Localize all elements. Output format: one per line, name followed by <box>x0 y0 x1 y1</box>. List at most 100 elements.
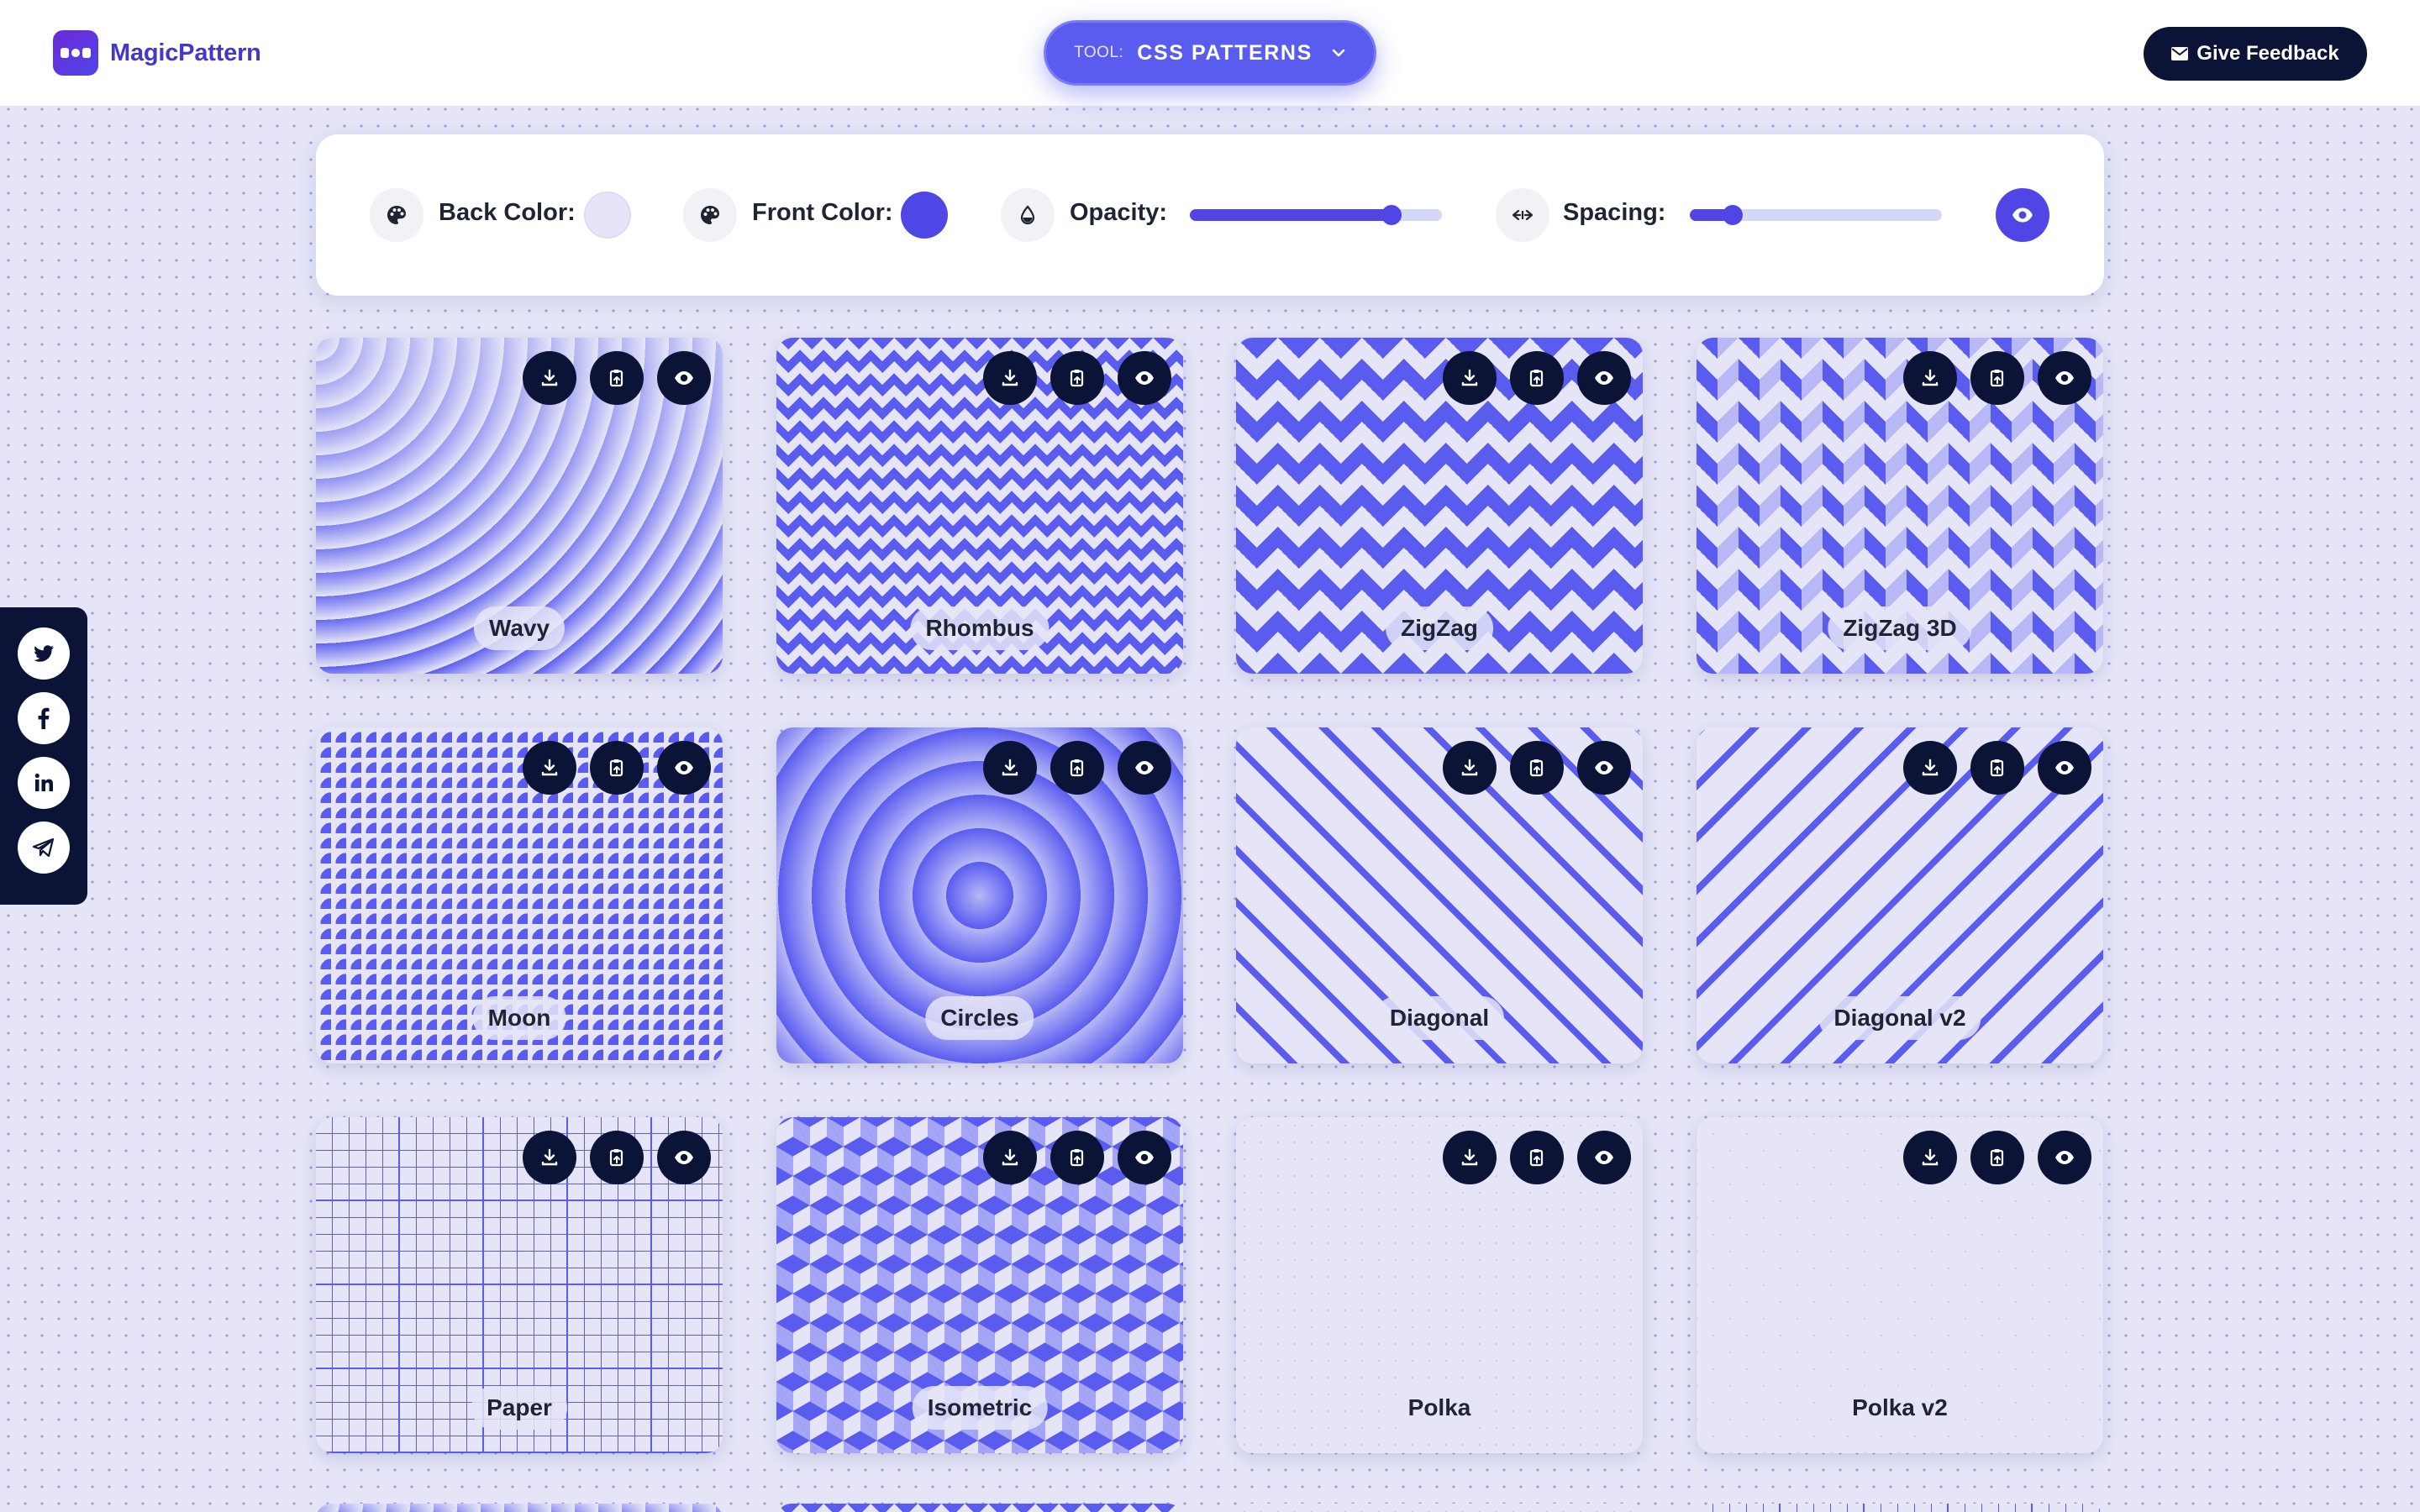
pattern-card[interactable]: Wavy <box>316 338 723 674</box>
preview-button[interactable] <box>2038 351 2091 405</box>
copy-css-icon <box>1529 1149 1544 1167</box>
pattern-card-peek <box>1236 1504 1643 1512</box>
card-actions <box>523 741 711 795</box>
download-button[interactable] <box>1443 741 1497 795</box>
preview-button[interactable] <box>2038 1131 2091 1184</box>
download-button[interactable] <box>1443 1131 1497 1184</box>
pattern-card[interactable]: Diagonal <box>1236 727 1643 1063</box>
preview-eye-icon <box>1135 371 1154 385</box>
pattern-card[interactable]: Moon <box>316 727 723 1063</box>
opacity-slider[interactable] <box>1190 205 1442 225</box>
opacity-slider-fill <box>1190 209 1392 221</box>
brand-logo[interactable]: MagicPattern <box>53 30 261 76</box>
card-actions <box>1443 351 1631 405</box>
download-button[interactable] <box>523 351 576 405</box>
download-button[interactable] <box>1903 741 1957 795</box>
pattern-card[interactable]: Circles <box>776 727 1183 1063</box>
preview-button[interactable] <box>1118 1131 1171 1184</box>
card-actions <box>983 1131 1171 1184</box>
card-actions <box>1903 351 2091 405</box>
pattern-card[interactable]: Rhombus <box>776 338 1183 674</box>
copy-css-button[interactable] <box>1970 741 2024 795</box>
telegram-icon <box>32 837 55 858</box>
copy-css-button[interactable] <box>1050 351 1104 405</box>
give-feedback-button[interactable]: Give Feedback <box>2144 27 2367 81</box>
telegram-share-button[interactable] <box>18 822 70 874</box>
copy-css-button[interactable] <box>1050 741 1104 795</box>
preview-button[interactable] <box>657 1131 711 1184</box>
download-button[interactable] <box>1903 1131 1957 1184</box>
pattern-card[interactable]: Polka v2 <box>1697 1117 2103 1453</box>
download-button[interactable] <box>1903 351 1957 405</box>
facebook-share-button[interactable] <box>18 692 70 744</box>
brand-name: MagicPattern <box>110 39 261 66</box>
download-icon <box>1002 759 1018 776</box>
twitter-icon <box>34 645 54 662</box>
tool-name-label: CSS PATTERNS <box>1137 40 1313 65</box>
pattern-card[interactable]: Paper <box>316 1117 723 1453</box>
download-icon <box>1002 369 1018 386</box>
copy-css-button[interactable] <box>1970 351 2024 405</box>
copy-css-button[interactable] <box>1510 741 1564 795</box>
social-share-bar <box>0 607 87 905</box>
back-color-swatch[interactable] <box>584 192 631 239</box>
copy-css-icon <box>1990 370 2004 387</box>
pattern-name-label: Moon <box>472 996 566 1040</box>
preview-eye-icon <box>1595 1151 1613 1164</box>
pattern-card[interactable]: Polka <box>1236 1117 1643 1453</box>
mail-icon <box>2171 47 2189 60</box>
front-color-swatch[interactable] <box>901 192 948 239</box>
opacity-slider-thumb[interactable] <box>1381 205 1402 225</box>
preview-eye-icon <box>1135 761 1154 774</box>
pattern-name-label: ZigZag <box>1386 606 1493 650</box>
twitter-share-button[interactable] <box>18 627 70 680</box>
copy-css-button[interactable] <box>590 1131 644 1184</box>
download-button[interactable] <box>983 741 1037 795</box>
copy-css-button[interactable] <box>1510 1131 1564 1184</box>
copy-css-button[interactable] <box>590 741 644 795</box>
download-button[interactable] <box>523 741 576 795</box>
preview-button[interactable] <box>1577 741 1631 795</box>
tool-selector-button[interactable]: TOOL: CSS PATTERNS <box>1044 20 1376 86</box>
pattern-card[interactable]: ZigZag 3D <box>1697 338 2103 674</box>
tool-prefix-label: TOOL: <box>1074 44 1124 61</box>
preview-button[interactable] <box>1996 188 2049 242</box>
copy-css-button[interactable] <box>1050 1131 1104 1184</box>
preview-button[interactable] <box>1577 1131 1631 1184</box>
spacing-slider-thumb[interactable] <box>1723 205 1743 225</box>
download-icon <box>1002 1148 1018 1166</box>
pattern-card[interactable]: Diagonal v2 <box>1697 727 2103 1063</box>
download-button[interactable] <box>1443 351 1497 405</box>
download-button[interactable] <box>983 1131 1037 1184</box>
preview-eye-icon <box>675 371 693 385</box>
preview-button[interactable] <box>1577 351 1631 405</box>
preview-button[interactable] <box>1118 741 1171 795</box>
card-actions <box>1443 741 1631 795</box>
preview-eye-icon <box>675 761 693 774</box>
pattern-card[interactable]: ZigZag <box>1236 338 1643 674</box>
preview-button[interactable] <box>2038 741 2091 795</box>
spacing-slider[interactable] <box>1690 205 1942 225</box>
copy-css-icon <box>1529 370 1544 387</box>
eye-icon <box>2012 207 2033 223</box>
linkedin-share-button[interactable] <box>18 757 70 809</box>
download-button[interactable] <box>523 1131 576 1184</box>
preview-button[interactable] <box>1118 351 1171 405</box>
copy-css-button[interactable] <box>1510 351 1564 405</box>
preview-button[interactable] <box>657 741 711 795</box>
spacing-arrows-icon <box>1496 188 1549 242</box>
facebook-icon <box>38 707 50 729</box>
download-icon <box>541 369 558 386</box>
preview-button[interactable] <box>657 351 711 405</box>
preview-eye-icon <box>2055 761 2074 774</box>
opacity-drop-icon <box>1001 188 1055 242</box>
pattern-card[interactable]: Isometric <box>776 1117 1183 1453</box>
copy-css-button[interactable] <box>590 351 644 405</box>
download-button[interactable] <box>983 351 1037 405</box>
copy-css-icon <box>1529 759 1544 777</box>
copy-css-button[interactable] <box>1970 1131 2024 1184</box>
card-actions <box>523 351 711 405</box>
pattern-name-label: Polka <box>1392 1386 1486 1430</box>
back-color-label: Back Color: <box>439 199 576 226</box>
linkedin-icon <box>34 773 53 791</box>
